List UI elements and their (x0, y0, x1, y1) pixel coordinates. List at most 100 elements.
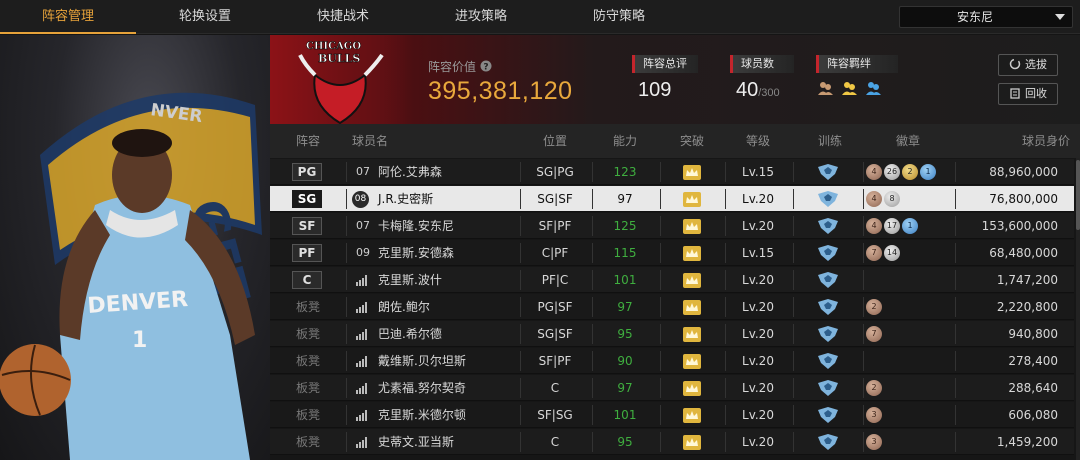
table-row[interactable]: 板凳 史蒂文.亚当斯 C 95 Lv.20 3 1,459,200 (270, 429, 1074, 455)
slot-label: 板凳 (295, 300, 320, 314)
table-row[interactable]: SF 07 卡梅隆.安东尼 SF|PF 125 Lv.20 4 17 1 153,600,000 (270, 213, 1074, 239)
player-illustration: NVER GET DENVER 1 (0, 92, 262, 460)
badge-gold-icon[interactable]: 2 (902, 164, 918, 180)
training-shield-icon[interactable] (818, 191, 838, 207)
training-shield-icon[interactable] (818, 164, 838, 180)
badge-blue-icon[interactable]: 1 (920, 164, 936, 180)
breakthrough-crown-icon[interactable] (683, 327, 701, 342)
bond-bronze-icon[interactable] (818, 82, 833, 95)
breakthrough-crown-icon[interactable] (683, 192, 701, 207)
player-level: Lv.20 (742, 273, 774, 287)
slot-badge: PG (292, 163, 322, 181)
badge-bronze-icon[interactable]: 4 (866, 164, 882, 180)
scrollbar[interactable] (1076, 158, 1080, 460)
badge-silver-icon[interactable]: 8 (884, 191, 900, 207)
help-icon[interactable]: ? (480, 60, 492, 72)
player-value: 2,220,800 (996, 300, 1058, 314)
player-portrait: NVER GET DENVER 1 (0, 35, 270, 460)
player-value: 68,480,000 (989, 246, 1058, 260)
recycle-icon (1010, 88, 1020, 99)
tab-rotation[interactable]: 轮换设置 (136, 0, 274, 34)
tab-lineup[interactable]: 阵容管理 (0, 0, 136, 34)
breakthrough-crown-icon[interactable] (683, 435, 701, 450)
breakthrough-crown-icon[interactable] (683, 273, 701, 288)
col-training: 训练 (817, 134, 842, 148)
player-ability: 101 (613, 408, 637, 422)
badge-silver-icon[interactable]: 17 (884, 218, 900, 234)
col-breakthrough: 突破 (679, 134, 704, 148)
training-shield-icon[interactable] (818, 380, 838, 396)
player-ability: 97 (617, 381, 633, 395)
table-row[interactable]: PG 07 阿伦.艾弗森 SG|PG 123 Lv.15 4 26 2 1 88,960,000 (270, 159, 1074, 185)
badge-bronze-icon[interactable]: 7 (866, 245, 882, 261)
breakthrough-crown-icon[interactable] (683, 300, 701, 315)
tab-quick-tactics[interactable]: 快捷战术 (274, 0, 412, 34)
player-position: SF|PF (538, 354, 572, 368)
player-dropdown[interactable]: 安东尼 (899, 6, 1073, 28)
player-position: SG|PG (536, 165, 574, 179)
bond-gold-icon[interactable] (842, 82, 857, 95)
training-shield-icon[interactable] (818, 407, 838, 423)
breakthrough-crown-icon[interactable] (683, 246, 701, 261)
bond-icons (816, 79, 898, 97)
training-shield-icon[interactable] (818, 353, 838, 369)
table-row[interactable]: 板凳 戴维斯.贝尔坦斯 SF|PF 90 Lv.20 278,400 (270, 348, 1074, 374)
player-level: Lv.20 (742, 327, 774, 341)
scrollbar-thumb[interactable] (1076, 160, 1080, 230)
player-name: 克里斯.波什 (378, 273, 442, 287)
training-shield-icon[interactable] (818, 272, 838, 288)
player-value: 278,400 (1008, 354, 1058, 368)
team-logo: CHICAGO BULLS (270, 35, 412, 125)
table-row[interactable]: SG 08 J.R.史密斯 SG|SF 97 Lv.20 4 8 76,800,000 (270, 186, 1074, 212)
table-row[interactable]: 板凳 尤素福.努尔契奇 C 97 Lv.20 2 288,640 (270, 375, 1074, 401)
player-count: 40/300 (736, 79, 780, 101)
badge-silver-icon[interactable]: 14 (884, 245, 900, 261)
training-shield-icon[interactable] (818, 299, 838, 315)
select-button[interactable]: 选拔 (998, 54, 1058, 76)
slot-label: 板凳 (295, 354, 320, 368)
player-level: Lv.20 (742, 192, 774, 206)
training-shield-icon[interactable] (818, 245, 838, 261)
badge-bronze-icon[interactable]: 7 (866, 326, 882, 342)
table-row[interactable]: 板凳 朗佐.鲍尔 PG|SF 97 Lv.20 2 2,220,800 (270, 294, 1074, 320)
player-ability: 95 (617, 435, 633, 449)
player-name: 巴迪.希尔德 (378, 327, 442, 341)
training-shield-icon[interactable] (818, 218, 838, 234)
table-row[interactable]: 板凳 巴迪.希尔德 SG|SF 95 Lv.20 7 940,800 (270, 321, 1074, 347)
tab-defense[interactable]: 防守策略 (550, 0, 688, 34)
player-name: 阿伦.艾弗森 (378, 165, 442, 179)
training-shield-icon[interactable] (818, 326, 838, 342)
player-ability: 101 (613, 273, 637, 287)
badge-bronze-icon[interactable]: 4 (866, 218, 882, 234)
svg-text:?: ? (483, 62, 488, 72)
breakthrough-crown-icon[interactable] (683, 381, 701, 396)
player-name: 克里斯.米德尔顿 (378, 408, 466, 422)
badge-silver-icon[interactable]: 26 (884, 164, 900, 180)
badge-bronze-icon[interactable]: 2 (866, 299, 882, 315)
training-shield-icon[interactable] (818, 434, 838, 450)
badge-bronze-icon[interactable]: 4 (866, 191, 882, 207)
lineup-rating-box: 阵容总评 109 (632, 55, 698, 102)
col-value: 球员身价 (1021, 134, 1070, 148)
table-row[interactable]: C 克里斯.波什 PF|C 101 Lv.20 1,747,200 (270, 267, 1074, 293)
badge-blue-icon[interactable]: 1 (902, 218, 918, 234)
badge-bronze-icon[interactable]: 2 (866, 380, 882, 396)
breakthrough-crown-icon[interactable] (683, 219, 701, 234)
breakthrough-crown-icon[interactable] (683, 408, 701, 423)
bond-blue-icon[interactable] (866, 82, 881, 95)
badge-bronze-icon[interactable]: 3 (866, 434, 882, 450)
breakthrough-crown-icon[interactable] (683, 165, 701, 180)
badge-bronze-icon[interactable]: 3 (866, 407, 882, 423)
player-level: Lv.20 (742, 381, 774, 395)
col-badges: 徽章 (895, 134, 920, 148)
player-position: C (550, 435, 560, 449)
player-ability: 97 (617, 192, 633, 206)
table-row[interactable]: 板凳 克里斯.米德尔顿 SF|SG 101 Lv.20 3 606,080 (270, 402, 1074, 428)
player-value: 288,640 (1008, 381, 1058, 395)
recycle-button[interactable]: 回收 (998, 83, 1058, 105)
player-value: 1,747,200 (996, 273, 1058, 287)
breakthrough-crown-icon[interactable] (683, 354, 701, 369)
table-row[interactable]: PF 09 克里斯.安德森 C|PF 115 Lv.15 7 14 68,480,000 (270, 240, 1074, 266)
tab-offense[interactable]: 进攻策略 (412, 0, 550, 34)
player-level: Lv.15 (742, 165, 774, 179)
